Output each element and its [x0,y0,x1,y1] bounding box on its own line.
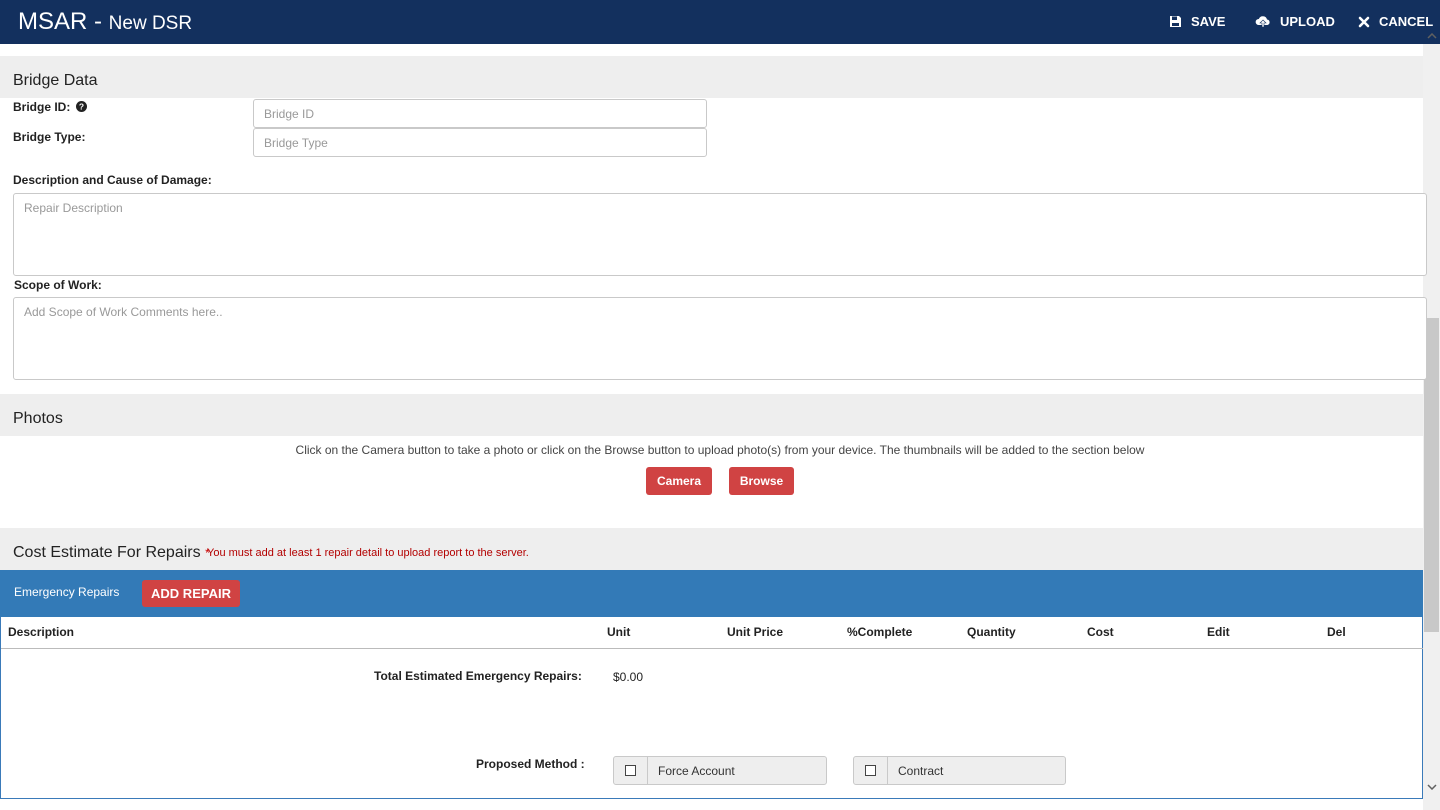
save-label: SAVE [1191,14,1226,29]
scope-of-work-textarea[interactable] [13,297,1427,380]
force-account-option[interactable]: Force Account [613,756,827,785]
col-description: Description [8,625,75,639]
bridge-data-header [0,56,1423,98]
photos-title: Photos [13,410,63,427]
upload-icon [1255,15,1271,28]
total-estimated-label: Total Estimated Emergency Repairs: [374,669,582,683]
add-repair-button[interactable]: ADD REPAIR [142,580,240,607]
col-cost: Cost [1087,625,1114,639]
close-icon [1358,16,1370,28]
photos-header [0,394,1423,436]
damage-description-label: Description and Cause of Damage: [13,173,212,187]
col-edit: Edit [1207,625,1230,639]
damage-description-textarea[interactable] [13,193,1427,276]
contract-label: Contract [898,763,944,778]
bridge-id-label: Bridge ID: [13,100,71,114]
upload-button[interactable]: UPLOAD [1255,14,1335,29]
save-icon [1169,15,1182,28]
contract-checkbox[interactable] [865,765,876,776]
col-percent-complete: %Complete [847,625,913,639]
scroll-up-icon[interactable] [1423,28,1440,44]
app-name: MSAR - [18,8,102,35]
bridge-id-input[interactable] [253,99,707,128]
force-account-checkbox[interactable] [625,765,636,776]
bridge-data-title: Bridge Data [13,72,98,89]
camera-button[interactable]: Camera [646,467,712,495]
col-del: Del [1327,625,1346,639]
page-name: New DSR [108,13,193,34]
help-icon[interactable]: ? [75,101,87,115]
emergency-repairs-title: Emergency Repairs [14,585,120,599]
scope-of-work-label: Scope of Work: [14,278,102,292]
proposed-method-label: Proposed Method : [476,757,585,771]
cost-estimate-title-wrap: Cost Estimate For Repairs * [13,544,210,562]
cancel-label: CANCEL [1379,14,1434,29]
svg-text:?: ? [79,102,84,112]
page-title: MSAR - New DSR [18,8,192,36]
scroll-down-icon[interactable] [1423,778,1440,796]
contract-check-cell[interactable] [854,757,888,784]
col-quantity: Quantity [967,625,1016,639]
bridge-id-label-wrap: Bridge ID: ? [13,100,87,115]
total-estimated-value: $0.00 [613,670,644,684]
cancel-button[interactable]: CANCEL [1358,14,1433,29]
required-message: You must add at least 1 repair detail to… [207,547,529,559]
contract-option[interactable]: Contract [853,756,1066,785]
col-unit-price: Unit Price [727,625,784,639]
force-account-label: Force Account [658,763,735,778]
force-account-check-cell[interactable] [614,757,648,784]
top-bar: MSAR - New DSR SAVE UPLOAD CANCEL [0,0,1440,44]
cost-estimate-title: Cost Estimate For Repairs [13,544,201,561]
bridge-type-input[interactable] [253,128,707,157]
bridge-type-label: Bridge Type: [13,130,86,144]
browse-button[interactable]: Browse [729,467,794,495]
table-header-divider [1,648,1423,649]
upload-label: UPLOAD [1280,14,1335,29]
save-button[interactable]: SAVE [1169,14,1225,29]
col-unit: Unit [607,625,631,639]
photos-hint: Click on the Camera button to take a pho… [295,443,1145,457]
